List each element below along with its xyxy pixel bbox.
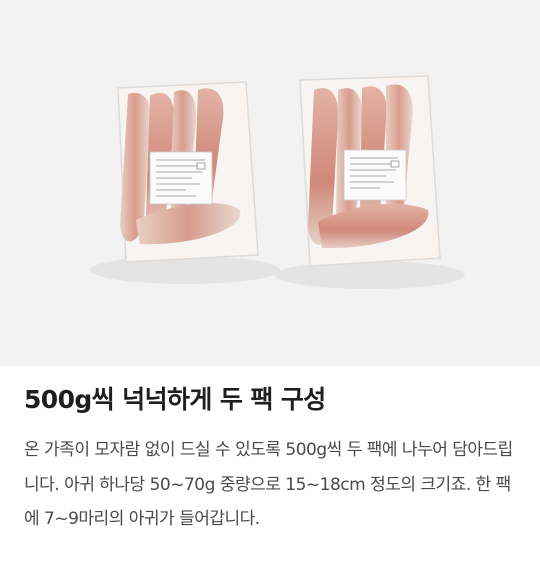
section-description: 온 가족이 모자람 없이 드실 수 있도록 500g씩 두 팩에 나누어 담아드… [24,440,513,529]
right-fillet-pack [299,75,441,267]
left-fillet-pack [117,81,259,263]
product-info: 500g씩 넉넉하게 두 팩 구성 온 가족이 모자람 없이 드실 수 있도록 … [24,383,524,537]
section-headline: 500g씩 넉넉하게 두 팩 구성 [24,385,326,414]
packaged-fish-fillets-photo [0,0,540,366]
product-photo [0,0,540,366]
